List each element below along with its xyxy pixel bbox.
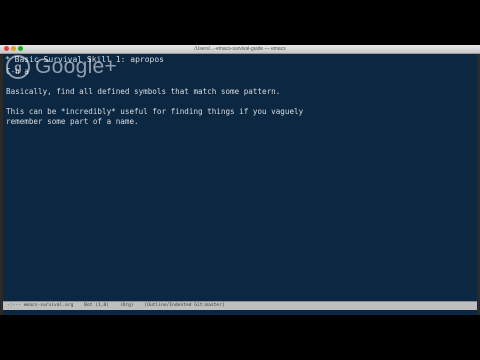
screen: /Users/...-emacs-survival-guide — emacs … xyxy=(0,45,480,315)
google-plus-watermark: g Google+ xyxy=(6,53,117,81)
buffer-line-description[interactable]: Basically, find all defined symbols that… xyxy=(6,87,280,97)
buffer-line-remember[interactable]: remember some part of a name. xyxy=(6,117,139,127)
minibuffer[interactable] xyxy=(3,310,477,315)
mode-line-minor-modes: [Outline/Indented Git:master] xyxy=(144,303,225,308)
google-plus-icon: g xyxy=(6,55,30,79)
mode-line-buffer: -:--- emacs-survival.org xyxy=(7,303,74,308)
mode-line-position: Bot (1,0) xyxy=(84,303,110,308)
buffer-line-usefulness[interactable]: This can be *incredibly* useful for find… xyxy=(6,107,303,117)
editor-buffer[interactable]: * Basic Survival Skill 1: apropos C-h a … xyxy=(3,54,477,301)
window-title: /Users/...-emacs-survival-guide — emacs xyxy=(194,46,286,52)
mode-line-major-mode: (Org) xyxy=(119,303,134,308)
google-plus-logo-text: Google+ xyxy=(35,55,118,78)
mode-line: -:--- emacs-survival.org Bot (1,0) (Org)… xyxy=(3,301,477,310)
